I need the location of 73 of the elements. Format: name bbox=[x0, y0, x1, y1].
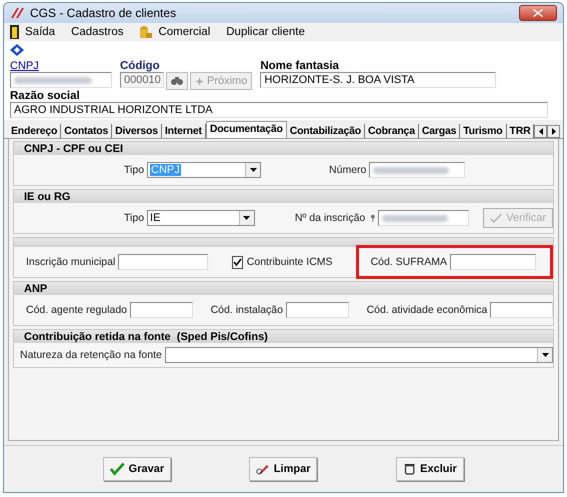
close-button[interactable] bbox=[519, 5, 557, 21]
company-name-field[interactable]: AGRO INDUSTRIAL HORIZONTE LTDA bbox=[10, 102, 548, 118]
right-arrow-icon bbox=[552, 128, 556, 135]
tab[interactable]: Diversos bbox=[112, 124, 162, 138]
text-field[interactable] bbox=[490, 302, 553, 318]
trade-name-field[interactable]: HORIZONTE-S. J. BOA VISTA bbox=[260, 72, 496, 88]
dropdown-arrow-icon bbox=[542, 353, 548, 357]
section-header: Contribuição retida na fonte (Sped Pis/Cofins) bbox=[14, 330, 553, 343]
suframa-field[interactable] bbox=[450, 254, 536, 270]
action-button[interactable]: Gravar bbox=[103, 457, 172, 481]
check-icon bbox=[490, 212, 502, 224]
check-icon bbox=[110, 462, 125, 476]
tab[interactable]: Contatos bbox=[61, 124, 112, 138]
field-label: Cód. instalação bbox=[210, 304, 283, 316]
field-label: Natureza da retenção na fonte bbox=[20, 349, 162, 361]
selected-value: IE bbox=[150, 212, 160, 224]
tab[interactable]: Turismo bbox=[460, 124, 506, 138]
section-header: IE ou RG bbox=[14, 190, 553, 203]
door-icon bbox=[10, 25, 20, 39]
selected-value: CNPJ bbox=[150, 164, 181, 176]
dropdown-arrow-icon bbox=[243, 216, 250, 220]
action-button[interactable]: Limpar bbox=[249, 457, 318, 481]
field-label: Tipo bbox=[124, 164, 144, 176]
tab[interactable]: Endereço bbox=[8, 124, 62, 138]
scroll-left-button[interactable] bbox=[534, 125, 548, 138]
municipal-field[interactable] bbox=[118, 254, 208, 270]
tab[interactable]: Cobrança bbox=[365, 124, 419, 138]
text-field[interactable] bbox=[286, 302, 349, 318]
close-icon bbox=[533, 9, 543, 17]
scroll-right-button[interactable] bbox=[547, 125, 560, 138]
diamond-icon bbox=[10, 44, 24, 56]
action-button[interactable]: Excluir bbox=[396, 457, 464, 481]
coins-icon bbox=[139, 25, 154, 39]
dropdown-arrow-icon bbox=[250, 168, 257, 172]
retention-dropdown[interactable] bbox=[164, 347, 553, 363]
type-dropdown[interactable]: IE bbox=[147, 210, 255, 226]
code-field[interactable]: 000010 bbox=[120, 72, 164, 88]
pin-icon bbox=[370, 214, 376, 222]
field-label: Número bbox=[329, 164, 366, 176]
text-field[interactable] bbox=[130, 302, 193, 318]
field-label: Nº da inscrição bbox=[294, 212, 366, 224]
field-label: Tipo bbox=[124, 212, 144, 224]
field-label: Cód. SUFRAMA bbox=[370, 256, 447, 268]
field-label: Cód. agente regulado bbox=[26, 304, 127, 316]
tab[interactable]: Documentação bbox=[206, 121, 287, 138]
checkbox-label: Contribuinte ICMS bbox=[246, 256, 333, 268]
menu-item[interactable]: Comercial bbox=[139, 25, 210, 39]
app-logo-icon bbox=[10, 7, 26, 19]
menu-item[interactable]: Duplicar cliente bbox=[226, 26, 305, 38]
left-arrow-icon bbox=[538, 128, 543, 135]
registration-field[interactable] bbox=[378, 210, 469, 226]
search-button[interactable] bbox=[166, 72, 188, 90]
star-icon bbox=[195, 76, 204, 86]
eraser-icon bbox=[256, 462, 270, 476]
cnpj-link[interactable]: CNPJ bbox=[10, 60, 39, 72]
menu-item[interactable]: Cadastros bbox=[71, 26, 124, 38]
number-field[interactable] bbox=[369, 162, 466, 178]
field-label: Cód. atividade econômica bbox=[366, 304, 488, 316]
field-label: Nome fantasia bbox=[260, 60, 339, 72]
cnpj-field[interactable] bbox=[10, 72, 112, 88]
section-header: CNPJ - CPF ou CEI bbox=[14, 142, 553, 155]
tab[interactable]: Contabilização bbox=[286, 124, 365, 138]
blurred-value bbox=[382, 214, 448, 222]
window-title: CGS - Cadastro de clientes bbox=[30, 6, 178, 20]
field-label: Razão social bbox=[10, 90, 80, 102]
binoculars-icon bbox=[171, 76, 183, 86]
icms-checkbox[interactable] bbox=[232, 256, 243, 268]
field-label: Código bbox=[120, 60, 160, 72]
menu-item[interactable]: Saída bbox=[10, 25, 56, 39]
tab[interactable]: Cargas bbox=[418, 124, 460, 138]
field-label: Inscrição municipal bbox=[26, 256, 116, 268]
trash-icon bbox=[402, 462, 416, 476]
section-header: ANP bbox=[14, 282, 553, 295]
